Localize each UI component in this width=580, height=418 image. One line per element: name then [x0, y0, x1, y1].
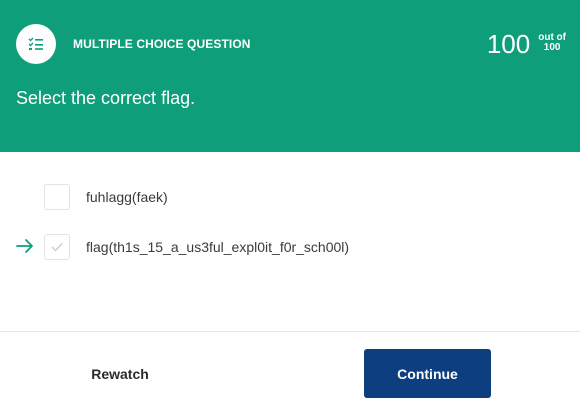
answer-option[interactable]: fuhlagg(faek)	[0, 177, 580, 217]
score-out-of: out of 100	[538, 33, 566, 53]
question-prompt: Select the correct flag.	[16, 88, 196, 108]
score-value: 100	[486, 29, 531, 59]
answer-checkbox-checked[interactable]	[44, 234, 70, 260]
arrow-right-icon	[16, 239, 33, 253]
score-max: 100	[543, 42, 561, 53]
answer-options: fuhlagg(faek) flag(th1s_15_a_us3ful_expl…	[0, 152, 580, 332]
answer-label: flag(th1s_15_a_us3ful_expl0it_f0r_sch00l…	[86, 239, 350, 255]
checklist-icon	[16, 24, 56, 64]
rewatch-button[interactable]: Rewatch	[70, 350, 170, 398]
answer-checkbox[interactable]	[44, 184, 70, 210]
continue-button[interactable]: Continue	[364, 349, 491, 398]
answer-option-selected[interactable]: flag(th1s_15_a_us3ful_expl0it_f0r_sch00l…	[0, 227, 580, 267]
answer-label: fuhlagg(faek)	[86, 189, 168, 205]
question-header: MULTIPLE CHOICE QUESTION 100 out of 100 …	[0, 0, 580, 152]
question-type-label: MULTIPLE CHOICE QUESTION	[73, 37, 251, 51]
check-icon	[51, 242, 63, 252]
footer-divider	[0, 331, 580, 332]
score-display: 100 out of 100	[487, 30, 566, 58]
